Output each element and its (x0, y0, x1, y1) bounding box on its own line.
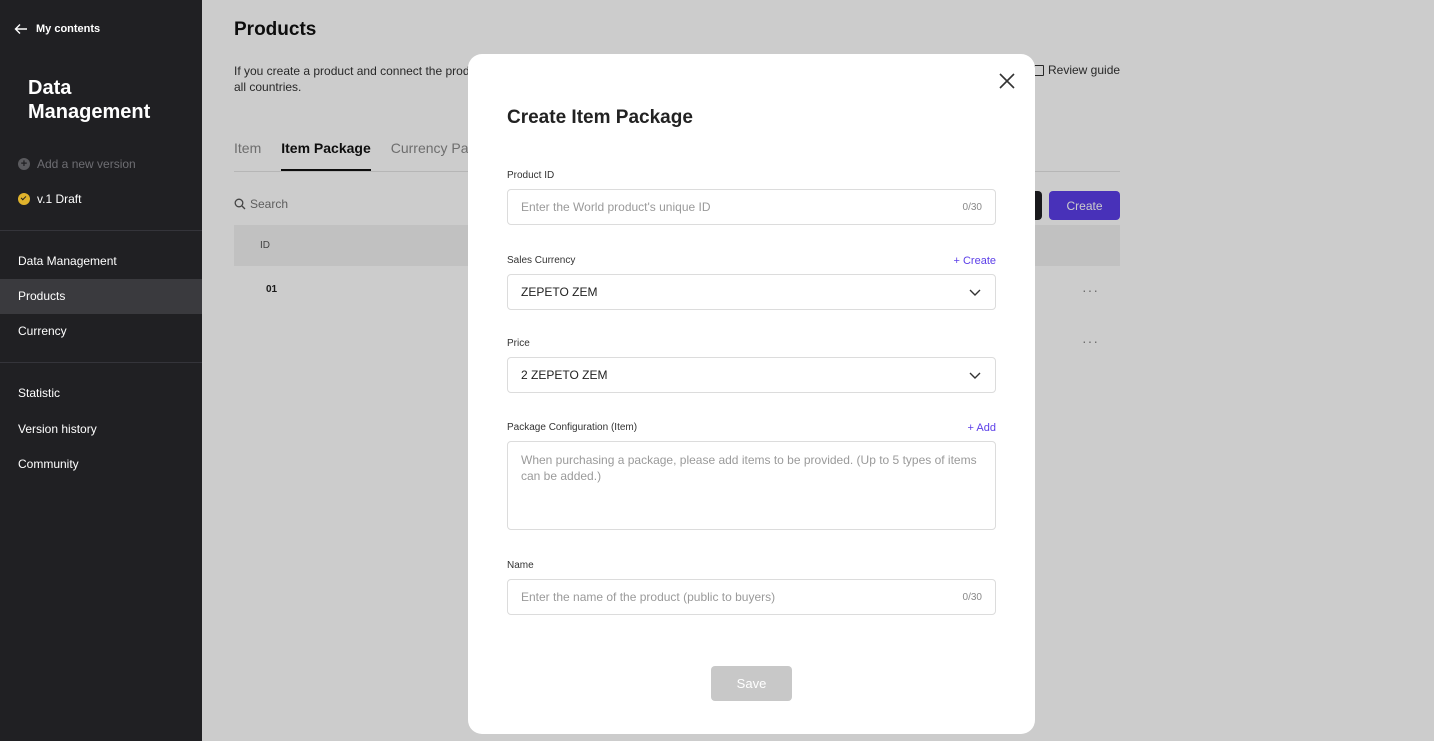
sales-currency-select[interactable]: ZEPETO ZEM (507, 274, 996, 310)
back-to-my-contents[interactable]: My contents (14, 22, 100, 36)
package-configuration-label: Package Configuration (Item) (507, 422, 638, 433)
sales-currency-value: ZEPETO ZEM (521, 285, 598, 299)
chevron-down-icon (969, 372, 981, 379)
price-value: 2 ZEPETO ZEM (521, 368, 608, 382)
add-version-button[interactable]: + Add a new version (18, 157, 136, 171)
sidebar: My contents Data Management + Add a new … (0, 0, 202, 741)
name-input[interactable]: Enter the name of the product (public to… (507, 579, 996, 615)
version-label: v.1 Draft (37, 192, 82, 206)
back-label: My contents (36, 23, 101, 35)
sidebar-item-data-management[interactable]: Data Management (0, 244, 202, 279)
close-icon[interactable] (998, 72, 1016, 90)
chevron-down-icon (969, 289, 981, 296)
name-char-count: 0/30 (962, 591, 982, 603)
product-id-char-count: 0/30 (962, 201, 982, 213)
version-selector[interactable]: v.1 Draft (18, 192, 81, 206)
name-label: Name (507, 560, 534, 571)
package-configuration-area[interactable]: When purchasing a package, please add it… (507, 441, 996, 530)
add-version-label: Add a new version (37, 157, 136, 171)
sidebar-item-currency[interactable]: Currency (0, 314, 202, 349)
sidebar-item-products[interactable]: Products (0, 279, 202, 314)
product-id-input[interactable]: Enter the World product's unique ID 0/30 (507, 189, 996, 225)
divider (0, 230, 202, 231)
plus-circle-icon: + (18, 158, 30, 170)
product-id-label: Product ID (507, 170, 555, 181)
create-item-package-modal: Create Item Package Product ID Enter the… (468, 54, 1035, 734)
product-id-placeholder: Enter the World product's unique ID (521, 200, 711, 214)
check-badge-icon (18, 193, 30, 205)
arrow-left-icon (14, 24, 27, 34)
divider (0, 362, 202, 363)
name-placeholder: Enter the name of the product (public to… (521, 590, 776, 604)
sales-currency-label: Sales Currency (507, 255, 576, 266)
add-item-link[interactable]: + Add (968, 422, 996, 434)
sidebar-item-community[interactable]: Community (0, 447, 202, 482)
sidebar-item-statistic[interactable]: Statistic (0, 376, 202, 411)
sidebar-item-version-history[interactable]: Version history (0, 412, 202, 447)
price-label: Price (507, 338, 530, 349)
create-currency-link[interactable]: + Create (954, 255, 997, 267)
sidebar-title: Data Management (28, 77, 151, 123)
price-select[interactable]: 2 ZEPETO ZEM (507, 357, 996, 393)
modal-title: Create Item Package (507, 107, 693, 128)
save-button[interactable]: Save (711, 666, 792, 701)
